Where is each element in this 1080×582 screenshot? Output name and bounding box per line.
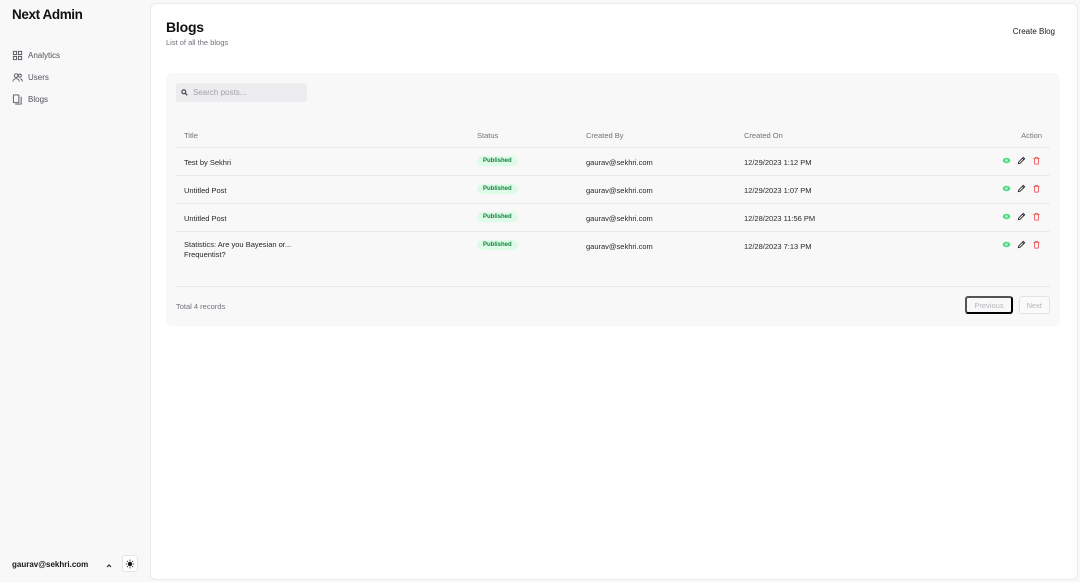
delete-icon[interactable] (1032, 156, 1042, 166)
divider (176, 286, 1050, 287)
total-records: Total 4 records (176, 302, 226, 311)
row-created-on: 12/29/2023 1:12 PM (744, 158, 812, 167)
status-badge: Published (477, 212, 518, 222)
row-created-by: gaurav@sekhri.com (586, 242, 653, 251)
sidebar-nav: Analytics Users Blogs (12, 44, 60, 110)
row-title: Untitled Post (184, 186, 227, 195)
users-icon (12, 72, 23, 83)
status-badge: Published (477, 156, 518, 166)
row-title: Test by Sekhri (184, 158, 232, 167)
column-header-created-by: Created By (586, 131, 624, 140)
create-blog-button[interactable]: Create Blog (1013, 27, 1055, 36)
delete-icon[interactable] (1032, 212, 1042, 222)
page-subtitle: List of all the blogs (166, 38, 229, 47)
search-icon (181, 89, 188, 96)
status-badge: Published (477, 240, 518, 250)
search-box[interactable] (176, 83, 307, 102)
previous-button[interactable]: Previous (965, 296, 1013, 314)
row-created-by: gaurav@sekhri.com (586, 214, 653, 223)
delete-icon[interactable] (1032, 184, 1042, 194)
user-email: gaurav@sekhri.com (12, 559, 89, 569)
table-row[interactable]: Statistics: Are you Bayesian or... Frequ… (176, 232, 1050, 264)
sidebar-item-analytics[interactable]: Analytics (12, 44, 60, 66)
chevron-up-icon[interactable] (104, 558, 114, 568)
row-actions (1002, 156, 1042, 166)
row-created-on: 12/29/2023 1:07 PM (744, 186, 812, 195)
table-row[interactable]: Untitled Post Published gaurav@sekhri.co… (176, 176, 1050, 204)
edit-icon[interactable] (1017, 184, 1027, 194)
table-row[interactable]: Test by Sekhri Published gaurav@sekhri.c… (176, 148, 1050, 176)
search-input[interactable] (193, 88, 303, 97)
sidebar-item-users[interactable]: Users (12, 66, 60, 88)
main-panel: Blogs List of all the blogs Create Blog … (150, 3, 1078, 580)
column-header-created-on: Created On (744, 131, 783, 140)
column-header-action: Action (1021, 131, 1042, 140)
documents-icon (12, 93, 23, 105)
page-title: Blogs (166, 19, 204, 35)
next-button[interactable]: Next (1018, 296, 1050, 314)
view-icon[interactable] (1002, 184, 1012, 194)
pagination: Previous Next (965, 296, 1050, 314)
row-title: Untitled Post (184, 214, 227, 223)
row-actions (1002, 240, 1042, 250)
column-header-status: Status (477, 131, 499, 140)
edit-icon[interactable] (1017, 212, 1027, 222)
view-icon[interactable] (1002, 156, 1012, 166)
delete-icon[interactable] (1032, 240, 1042, 250)
sidebar-item-label: Analytics (28, 50, 61, 60)
view-icon[interactable] (1002, 240, 1012, 250)
status-badge: Published (477, 184, 518, 194)
row-title: Statistics: Are you Bayesian or... Frequ… (184, 240, 292, 259)
edit-icon[interactable] (1017, 156, 1027, 166)
sidebar-item-label: Blogs (28, 94, 49, 104)
sidebar: Next Admin Analytics Users Blogs gaurav@… (0, 0, 150, 582)
row-actions (1002, 212, 1042, 222)
view-icon[interactable] (1002, 212, 1012, 222)
table-header: Title Status Created By Created On Actio… (176, 121, 1050, 148)
row-created-on: 12/28/2023 7:13 PM (744, 242, 812, 251)
user-menu[interactable]: gaurav@sekhri.com (12, 555, 138, 572)
sun-icon (125, 559, 135, 568)
grid-icon (12, 50, 23, 61)
table-row[interactable]: Untitled Post Published gaurav@sekhri.co… (176, 204, 1050, 232)
brand-logo: Next Admin (12, 7, 83, 22)
edit-icon[interactable] (1017, 240, 1027, 250)
sidebar-item-blogs[interactable]: Blogs (12, 88, 60, 110)
blogs-table: Title Status Created By Created On Actio… (176, 121, 1050, 264)
sidebar-item-label: Users (28, 72, 49, 82)
row-created-on: 12/28/2023 11:56 PM (744, 214, 816, 223)
row-created-by: gaurav@sekhri.com (586, 158, 653, 167)
row-created-by: gaurav@sekhri.com (586, 186, 653, 195)
blogs-card: Title Status Created By Created On Actio… (166, 73, 1060, 326)
theme-toggle-button[interactable] (122, 555, 138, 572)
row-actions (1002, 184, 1042, 194)
column-header-title: Title (184, 131, 198, 140)
